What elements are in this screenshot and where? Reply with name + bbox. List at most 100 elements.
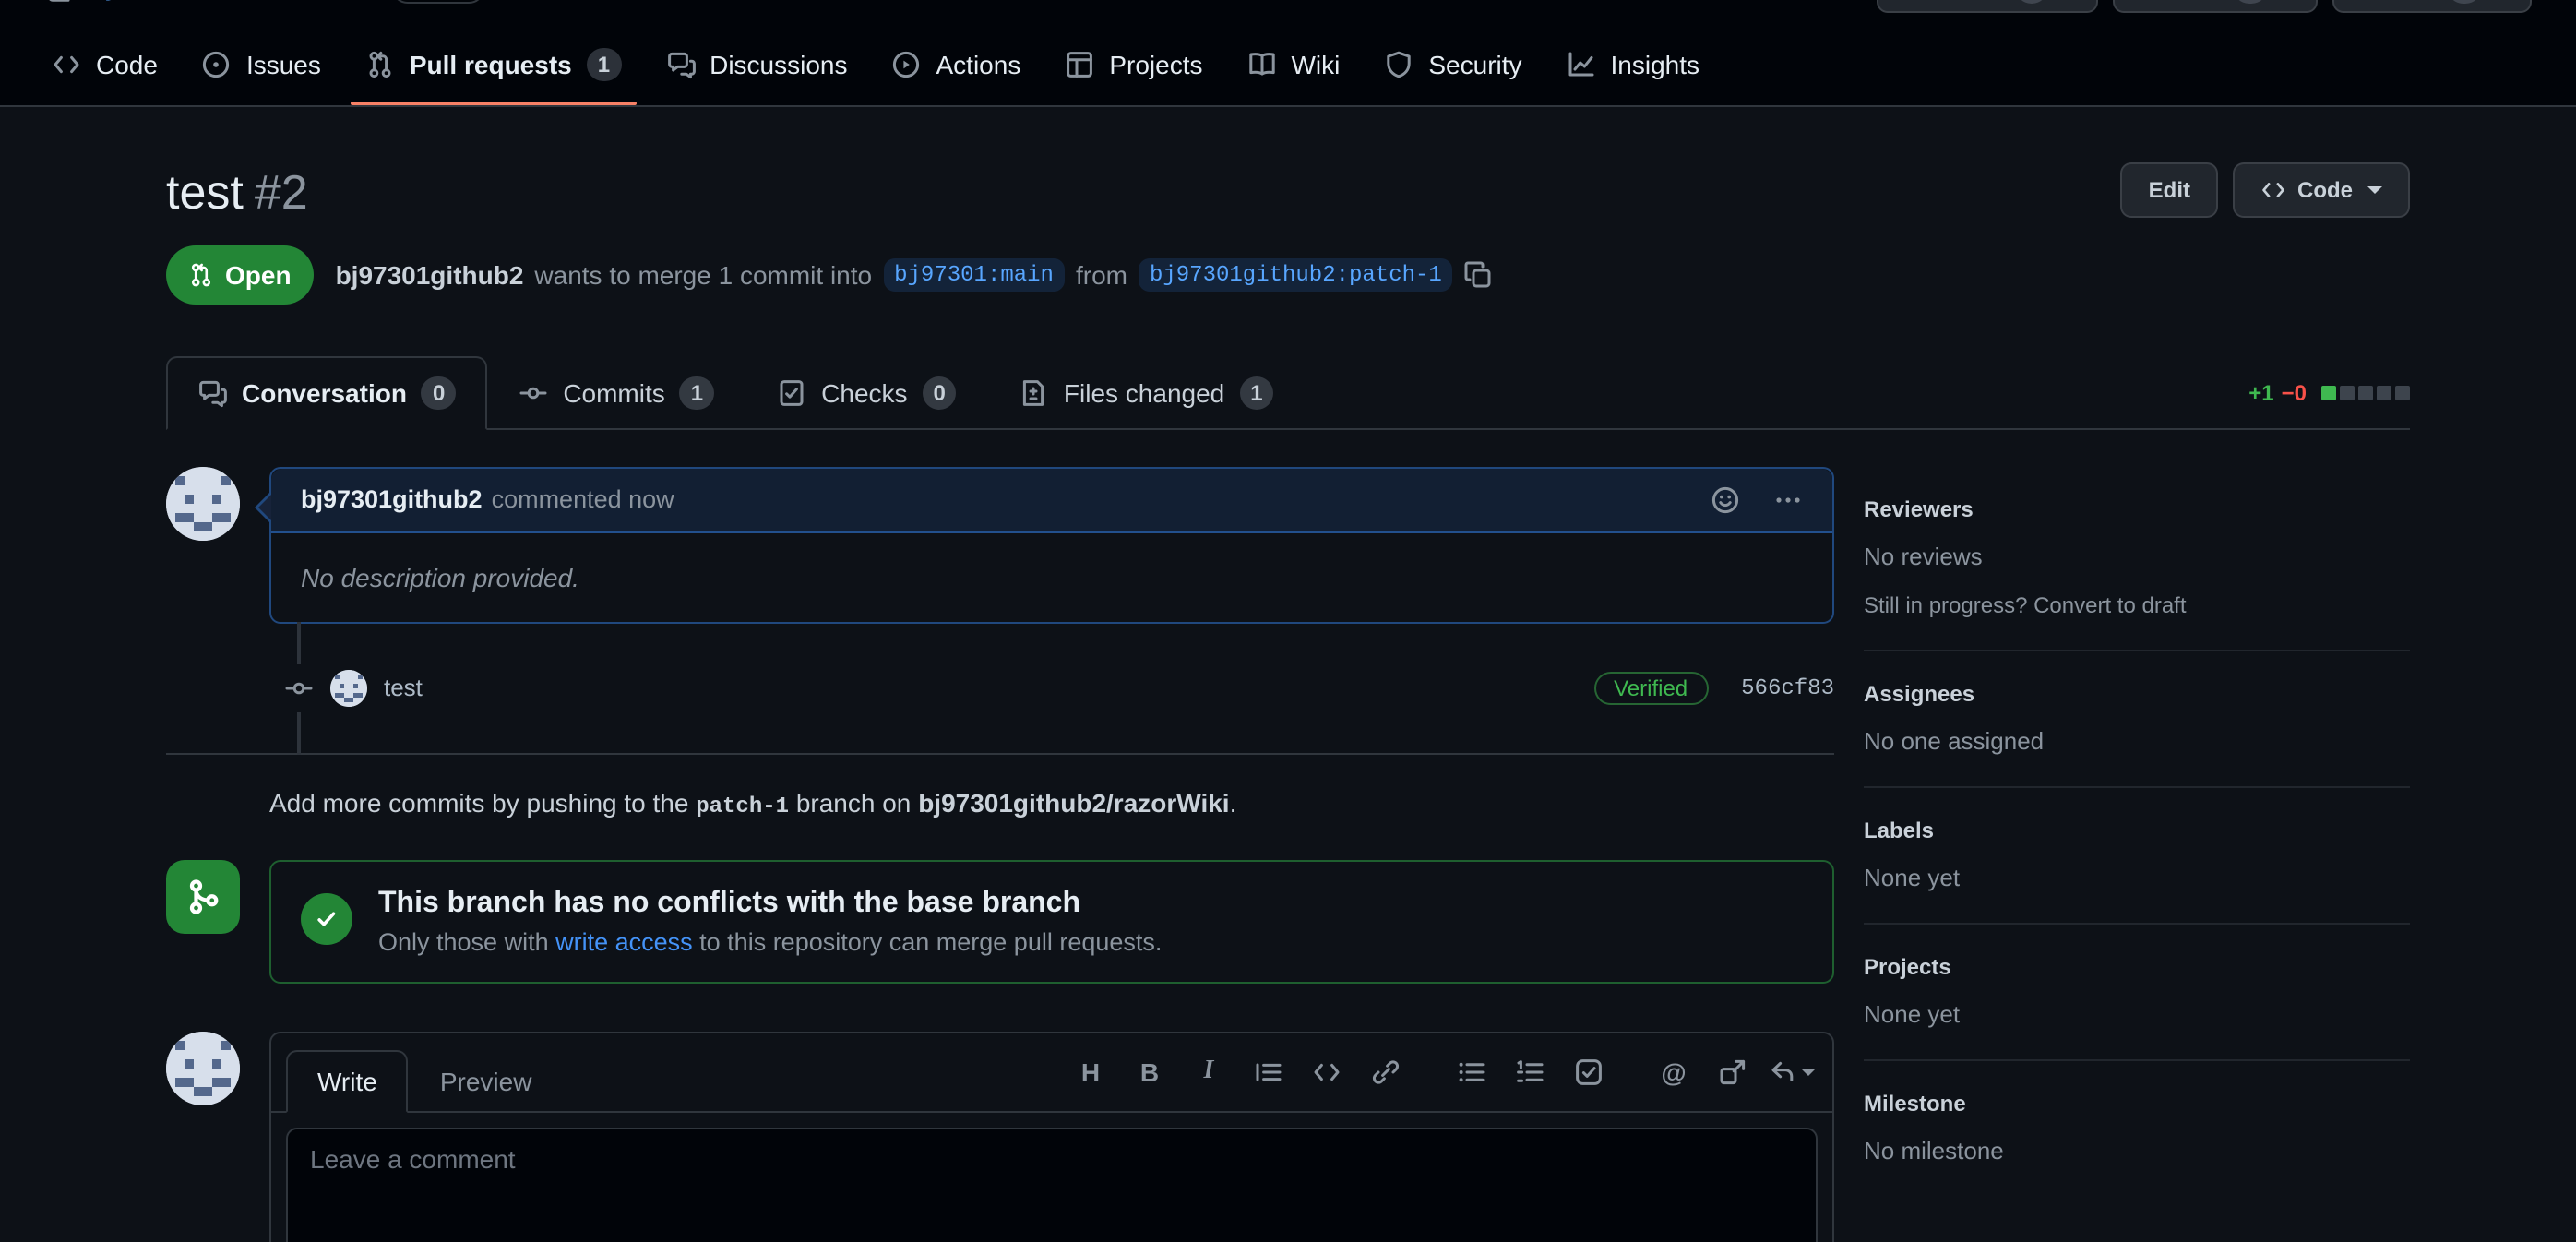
quote-button[interactable]	[1242, 1047, 1294, 1095]
mention-button[interactable]: @	[1648, 1047, 1699, 1095]
link-button[interactable]	[1360, 1047, 1412, 1095]
cross-reference-button[interactable]	[1707, 1047, 1759, 1095]
pr-meta-row: Open bj97301github2 wants to merge 1 com…	[166, 245, 2410, 304]
avatar[interactable]	[166, 466, 240, 540]
verified-badge[interactable]: Verified	[1593, 671, 1708, 704]
watch-button[interactable]: Watch 1	[1877, 0, 2099, 13]
tab-checks[interactable]: Checks 0	[745, 355, 988, 429]
head-repo-name: bj97301github2/razorWiki	[918, 787, 1229, 817]
projects-icon	[1065, 50, 1094, 79]
heading-button[interactable]: H	[1065, 1047, 1116, 1095]
tab-files-changed[interactable]: Files changed 1	[988, 355, 1306, 429]
italic-button[interactable]: I	[1183, 1047, 1234, 1095]
comment-textarea[interactable]	[286, 1127, 1818, 1242]
tab-discussions[interactable]: Discussions	[650, 26, 862, 103]
conversation-thread: bj97301github2 commented now No descript…	[166, 466, 1834, 1242]
assignees-heading[interactable]: Assignees	[1864, 680, 2410, 706]
commit-message-link[interactable]: test	[384, 674, 423, 701]
diff-blocks	[2318, 385, 2410, 400]
tab-actions[interactable]: Actions	[877, 26, 1036, 103]
merge-status-subtitle: Only those with write access to this rep…	[378, 927, 1162, 955]
deletions-count: −0	[2282, 379, 2307, 405]
code-icon	[52, 50, 81, 79]
repo-tab-nav: Code Issues Pull requests 1 Discussions …	[0, 24, 2576, 105]
projects-heading[interactable]: Projects	[1864, 953, 2410, 979]
wiki-icon	[1247, 50, 1277, 79]
commit-entry: test Verified 566cf83	[166, 649, 1834, 726]
comment-author-link[interactable]: bj97301github2	[301, 485, 483, 513]
pull-request-icon	[188, 261, 214, 287]
additions-count: +1	[2248, 379, 2273, 405]
tab-commits[interactable]: Commits 1	[487, 355, 745, 429]
avatar[interactable]	[330, 669, 367, 706]
write-access-link[interactable]: write access	[555, 927, 693, 955]
merge-status: This branch has no conflicts with the ba…	[166, 859, 1834, 983]
ordered-list-button[interactable]	[1504, 1047, 1556, 1095]
tab-pull-requests[interactable]: Pull requests 1	[351, 24, 636, 105]
bold-button[interactable]: B	[1124, 1047, 1175, 1095]
from-text: from	[1076, 259, 1127, 289]
preview-tab[interactable]: Preview	[409, 1049, 564, 1112]
repo-header: bj97301 / razorWiki Public Watch 1 Fork …	[0, 0, 2576, 107]
repo-icon	[44, 0, 74, 2]
copy-branch-button[interactable]	[1464, 259, 1494, 289]
fork-button[interactable]: Fork 1	[2114, 0, 2318, 13]
tab-security[interactable]: Security	[1369, 26, 1536, 103]
reviewers-empty-text: No reviews	[1864, 542, 2410, 569]
tab-code[interactable]: Code	[37, 26, 173, 103]
pr-author-link[interactable]: bj97301github2	[336, 259, 524, 289]
labels-heading[interactable]: Labels	[1864, 817, 2410, 842]
comment-timestamp[interactable]: commented now	[492, 485, 674, 513]
projects-empty-text: None yet	[1864, 999, 2410, 1027]
milestone-heading[interactable]: Milestone	[1864, 1090, 2410, 1116]
tab-insights[interactable]: Insights	[1552, 26, 1715, 103]
git-merge-icon	[166, 859, 240, 933]
tab-issues[interactable]: Issues	[187, 26, 336, 103]
milestone-empty-text: No milestone	[1864, 1136, 2410, 1164]
head-branch-label[interactable]: bj97301github2:patch-1	[1139, 257, 1453, 291]
discussions-icon	[665, 50, 695, 79]
sidebar-assignees: Assignees No one assigned	[1864, 651, 2410, 787]
repo-owner-link[interactable]: bj97301	[89, 0, 197, 4]
push-hint: Add more commits by pushing to the patch…	[269, 787, 1834, 818]
graph-icon	[1567, 50, 1596, 79]
issue-icon	[202, 50, 232, 79]
pr-number: #2	[255, 164, 308, 220]
commits-count: 1	[680, 376, 714, 409]
check-icon	[301, 892, 352, 944]
pr-state-badge: Open	[166, 245, 314, 304]
pr-sidebar: Reviewers No reviews Still in progress? …	[1864, 466, 2410, 1195]
base-branch-label[interactable]: bj97301:main	[883, 257, 1065, 291]
convert-to-draft-link[interactable]: Convert to draft	[2033, 591, 2186, 617]
comment-composer: Write Preview H B I	[166, 1031, 1834, 1242]
comment-discussion-icon	[197, 377, 227, 407]
pr-header: test#2 Edit Code Open bj97301gi	[166, 107, 2410, 304]
assignees-empty-text: No one assigned	[1864, 726, 2410, 754]
star-button[interactable]: Star 0	[2332, 0, 2532, 13]
code-dropdown-button[interactable]: Code	[2233, 162, 2410, 218]
task-list-button[interactable]	[1563, 1047, 1615, 1095]
repo-name-link[interactable]: razorWiki	[233, 0, 366, 4]
emoji-reaction-button[interactable]	[1711, 484, 1740, 514]
breadcrumb-separator: /	[211, 0, 219, 2]
actions-icon	[892, 50, 922, 79]
timeline-divider	[166, 752, 1834, 754]
reviewers-heading[interactable]: Reviewers	[1864, 496, 2410, 521]
code-icon	[2260, 177, 2286, 203]
tab-conversation[interactable]: Conversation 0	[166, 355, 487, 429]
checklist-icon	[777, 377, 806, 407]
shield-icon	[1384, 50, 1413, 79]
caret-down-icon	[1801, 1068, 1816, 1075]
code-button[interactable]	[1301, 1047, 1353, 1095]
diff-stat: +1 −0	[2248, 379, 2410, 405]
edit-button[interactable]: Edit	[2121, 162, 2218, 218]
pr-tab-nav: Conversation 0 Commits 1 Checks 0 Files …	[166, 355, 2410, 429]
comment-header: bj97301github2 commented now	[271, 468, 1832, 532]
write-tab[interactable]: Write	[286, 1049, 409, 1112]
kebab-menu-button[interactable]	[1773, 484, 1803, 514]
commit-sha-link[interactable]: 566cf83	[1741, 675, 1834, 700]
unordered-list-button[interactable]	[1445, 1047, 1497, 1095]
tab-projects[interactable]: Projects	[1050, 26, 1217, 103]
tab-wiki[interactable]: Wiki	[1233, 26, 1355, 103]
saved-replies-button[interactable]	[1766, 1047, 1818, 1095]
